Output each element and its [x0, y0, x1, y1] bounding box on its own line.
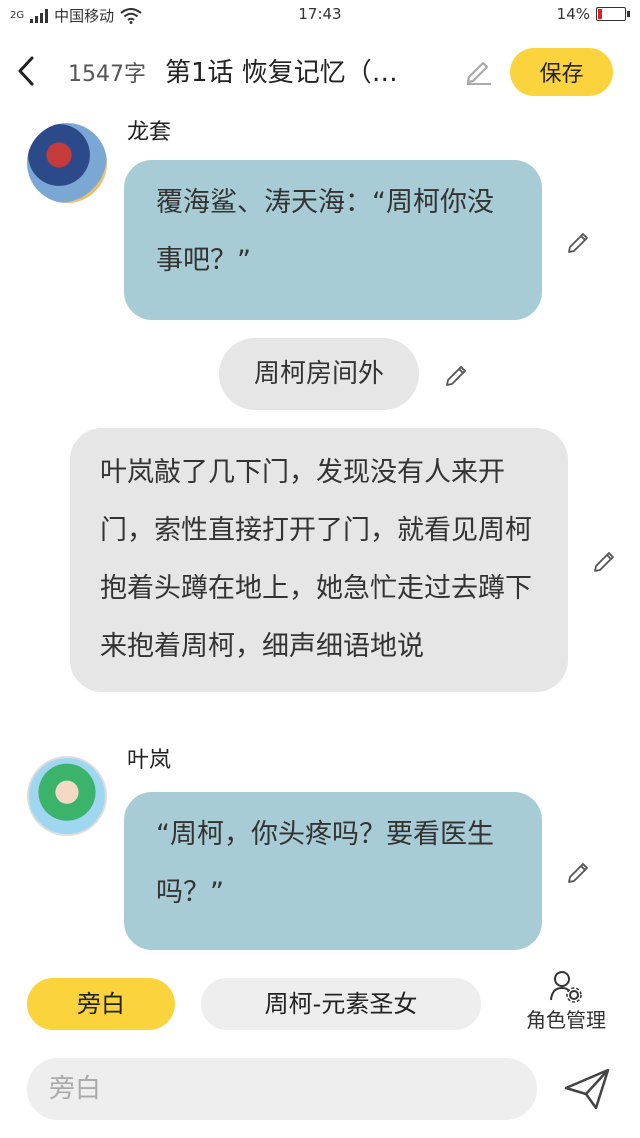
edit-icon[interactable] — [566, 228, 592, 254]
role-manager-label: 角色管理 — [526, 1008, 606, 1032]
edit-icon[interactable] — [566, 858, 592, 884]
chapter-title[interactable]: 第1话 恢复记忆（… — [165, 52, 455, 89]
narration-bubble[interactable]: 叶岚敲了几下门，发现没有人来开门，索性直接打开了门，就看见周柯抱着头蹲在地上，她… — [70, 428, 568, 692]
message-input[interactable] — [27, 1058, 537, 1120]
role-narration-button[interactable]: 旁白 — [27, 978, 175, 1030]
edit-icon[interactable] — [592, 547, 618, 573]
edit-icon[interactable] — [444, 361, 470, 387]
word-count: 1547字 — [68, 62, 146, 87]
avatar[interactable] — [27, 756, 107, 836]
save-button[interactable]: 保存 — [510, 48, 613, 96]
battery-icon — [596, 7, 630, 21]
send-icon[interactable] — [562, 1066, 612, 1112]
dialogue-bubble[interactable]: “周柯，你头疼吗？要看医生吗？” — [124, 792, 542, 950]
editor-header: 1547字 第1话 恢复记忆（… 保存 — [0, 40, 640, 104]
speaker-name: 叶岚 — [127, 748, 172, 773]
scene-label[interactable]: 周柯房间外 — [219, 338, 419, 410]
back-icon[interactable] — [12, 54, 42, 88]
dialogue-bubble[interactable]: 覆海鲨、涛天海：“周柯你没事吧？” — [124, 160, 542, 320]
avatar[interactable] — [27, 123, 107, 203]
role-character-button[interactable]: 周柯-元素圣女 — [201, 978, 481, 1030]
status-right: 14% — [556, 5, 630, 23]
status-bar: 2G 中国移动 17:43 14% — [0, 0, 640, 30]
battery-fill — [598, 9, 602, 19]
role-manager-button[interactable]: 角色管理 — [514, 968, 618, 1033]
clock: 17:43 — [298, 5, 342, 23]
role-manager-icon — [550, 971, 582, 1003]
battery-percent: 14% — [556, 5, 590, 23]
speaker-name: 龙套 — [127, 120, 172, 145]
edit-title-icon[interactable] — [464, 55, 494, 85]
